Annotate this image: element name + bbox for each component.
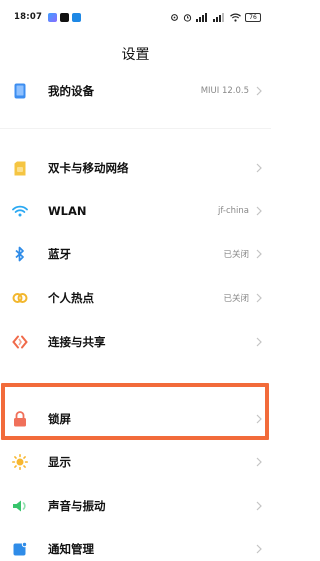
settings-item-value: MIUI 12.0.5 [200, 86, 249, 96]
highlight-frame [1, 383, 269, 440]
settings-item-label: WLAN [48, 204, 87, 218]
wifi-icon [11, 202, 29, 220]
chevron-right-icon [254, 162, 264, 174]
settings-item-sound-vibration[interactable]: 声音与振动 [0, 491, 271, 521]
phone-icon [11, 82, 29, 100]
settings-item-value: jf-china [218, 206, 249, 216]
chevron-right-icon [254, 205, 264, 217]
settings-item-hotspot[interactable]: 个人热点 已关闭 [0, 283, 271, 313]
sim-card-icon [11, 159, 29, 177]
wifi-status-icon [230, 13, 241, 22]
settings-item-label: 通知管理 [48, 542, 94, 556]
page-title: 设置 [121, 47, 150, 63]
chevron-right-icon [254, 85, 264, 97]
settings-item-label: 连接与共享 [48, 335, 106, 349]
settings-item-label: 显示 [48, 455, 71, 469]
chevron-right-icon [254, 456, 264, 468]
settings-item-connection-sharing[interactable]: 连接与共享 [0, 327, 271, 357]
settings-item-value: 已关闭 [223, 250, 249, 260]
settings-item-wlan[interactable]: WLAN jf-china [0, 196, 271, 226]
settings-item-display[interactable]: 显示 [0, 447, 271, 477]
battery-icon: 76 [245, 12, 261, 22]
settings-item-notifications[interactable]: 通知管理 [0, 534, 271, 561]
bluetooth-status-icon [171, 13, 178, 21]
settings-item-value: 已关闭 [223, 294, 249, 304]
notification-icon [11, 540, 29, 558]
speaker-icon [11, 497, 29, 515]
settings-item-my-device[interactable]: 我的设备 MIUI 12.0.5 [0, 76, 271, 106]
settings-item-label: 蓝牙 [48, 247, 71, 261]
hotspot-icon [11, 289, 29, 307]
bluetooth-icon [11, 245, 29, 263]
chevron-right-icon [254, 543, 264, 555]
share-icon [11, 333, 29, 351]
notification-icons [48, 12, 82, 22]
message-notification-icon [72, 12, 82, 22]
sun-icon [11, 453, 29, 471]
signal-icon [196, 12, 207, 22]
chevron-right-icon [254, 336, 264, 348]
signal-2-icon [213, 12, 224, 22]
settings-item-label: 个人热点 [48, 291, 94, 305]
settings-item-label: 声音与振动 [48, 499, 106, 513]
status-time: 18:07 [14, 12, 43, 22]
alarm-icon [183, 13, 192, 22]
settings-item-sim[interactable]: 双卡与移动网络 [0, 153, 271, 183]
system-icons: 76 [170, 12, 261, 22]
chevron-right-icon [254, 248, 264, 260]
settings-item-label: 双卡与移动网络 [48, 161, 129, 175]
settings-item-bluetooth[interactable]: 蓝牙 已关闭 [0, 239, 271, 269]
tiktok-notification-icon [60, 12, 70, 22]
status-bar: 18:07 76 [0, 0, 271, 34]
app-notification-icon [48, 12, 58, 22]
section-divider [0, 128, 271, 129]
chevron-right-icon [254, 292, 264, 304]
settings-item-label: 我的设备 [48, 84, 94, 98]
chevron-right-icon [254, 500, 264, 512]
